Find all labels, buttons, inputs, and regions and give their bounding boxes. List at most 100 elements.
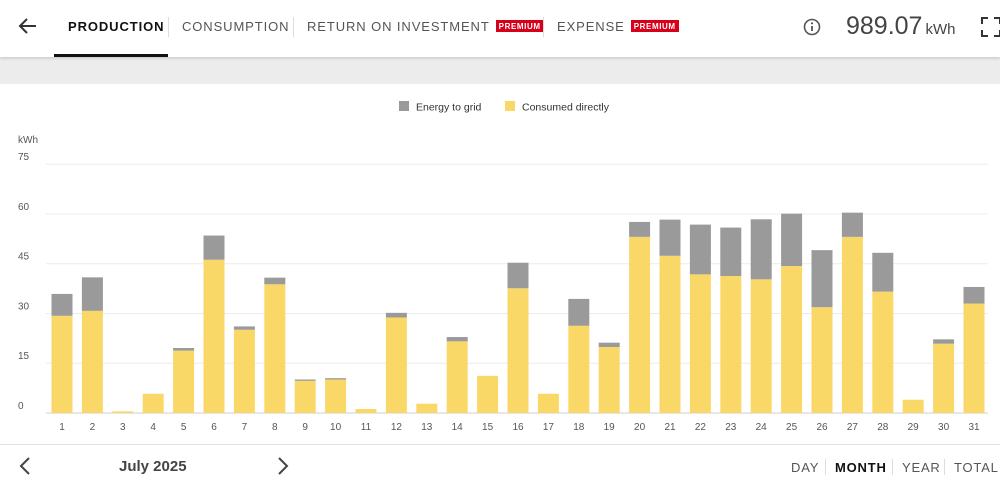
chevron-left-icon[interactable] [14, 455, 36, 477]
tab-label: RETURN ON INVESTMENT [307, 19, 490, 34]
x-tick-label: 8 [272, 422, 278, 433]
x-tick-label: 17 [543, 422, 555, 433]
bar-energy-to-grid [325, 378, 347, 380]
bar-energy-to-grid [51, 293, 73, 316]
x-tick-label: 10 [330, 422, 342, 433]
y-tick-label: 15 [18, 351, 30, 362]
bar-consumed-directly [142, 393, 164, 413]
bar-consumed-directly [811, 307, 833, 413]
x-tick-label: 26 [816, 422, 828, 433]
bar-consumed-directly [537, 393, 559, 413]
x-tick-label: 20 [634, 422, 646, 433]
total-unit: kWh [925, 21, 956, 38]
x-tick-label: 2 [90, 422, 96, 433]
bar-consumed-directly [872, 291, 894, 413]
bar-energy-to-grid [385, 312, 407, 318]
y-tick-label: 45 [18, 252, 30, 263]
tab-expense[interactable]: EXPENSE PREMIUM [557, 19, 679, 34]
range-year[interactable]: YEAR [902, 460, 941, 475]
tab-divider [168, 17, 169, 37]
tab-divider [543, 17, 544, 37]
arrow-left-icon[interactable] [14, 12, 42, 40]
production-total: 989.07 kWh [846, 12, 955, 41]
premium-badge: PREMIUM [630, 20, 679, 32]
range-month[interactable]: MONTH [835, 460, 887, 475]
y-tick-label: 60 [18, 202, 30, 213]
bar-energy-to-grid [264, 277, 286, 285]
bar-consumed-directly [81, 310, 103, 413]
bar-consumed-directly [477, 375, 499, 413]
x-tick-label: 15 [482, 422, 494, 433]
range-divider [944, 459, 945, 475]
bar-energy-to-grid [841, 212, 863, 237]
bar-consumed-directly [689, 274, 711, 413]
bar-consumed-directly [963, 303, 985, 413]
bar-energy-to-grid [872, 252, 894, 292]
production-chart: Energy to grid Consumed directly kWh 0153… [18, 101, 988, 433]
bar-consumed-directly [446, 341, 468, 413]
bar-energy-to-grid [720, 227, 742, 277]
bar-energy-to-grid [750, 219, 772, 280]
x-tick-label: 22 [695, 422, 707, 433]
info-icon[interactable] [802, 17, 822, 37]
tab-label: EXPENSE [557, 19, 625, 34]
bar-energy-to-grid [598, 342, 620, 347]
bar-consumed-directly [233, 329, 255, 413]
tab-divider [293, 17, 294, 37]
bar-energy-to-grid [81, 277, 103, 311]
x-axis-labels: 1 2 3 4 5 6 7 8 9 10 11 12 13 14 15 16 17 18 19 20 21 22 23 24 2… [59, 422, 980, 433]
x-tick-label: 28 [877, 422, 889, 433]
bar-consumed-directly [750, 279, 772, 413]
bar-energy-to-grid [811, 250, 833, 308]
top-bar: PRODUCTION CONSUMPTION RETURN ON INVESTM… [0, 0, 1000, 57]
x-tick-label: 16 [512, 422, 524, 433]
y-tick-label: 0 [18, 401, 24, 412]
tab-return-on-investment[interactable]: RETURN ON INVESTMENT PREMIUM [307, 19, 544, 34]
fullscreen-icon[interactable] [980, 16, 1000, 38]
bar-consumed-directly [568, 325, 590, 413]
bar-consumed-directly [325, 379, 347, 413]
chart-bars [51, 212, 985, 413]
premium-badge: PREMIUM [495, 20, 544, 32]
x-tick-label: 6 [211, 422, 217, 433]
bar-energy-to-grid [233, 326, 255, 330]
x-tick-label: 4 [150, 422, 156, 433]
bottom-bar: July 2025 DAY MONTH YEAR TOTAL [0, 444, 1000, 480]
x-tick-label: 29 [908, 422, 920, 433]
bar-consumed-directly [294, 380, 316, 413]
tab-production[interactable]: PRODUCTION [68, 19, 164, 34]
bar-consumed-directly [841, 236, 863, 413]
range-divider [892, 459, 893, 475]
bar-consumed-directly [933, 343, 955, 413]
bar-consumed-directly [264, 284, 286, 413]
x-tick-label: 12 [391, 422, 403, 433]
bar-energy-to-grid [446, 337, 468, 342]
bar-consumed-directly [173, 350, 195, 413]
x-tick-label: 25 [786, 422, 798, 433]
x-tick-label: 11 [361, 422, 372, 433]
range-day[interactable]: DAY [791, 460, 819, 475]
bar-consumed-directly [659, 255, 681, 413]
x-tick-label: 13 [421, 422, 433, 433]
bar-consumed-directly [203, 259, 225, 413]
bar-consumed-directly [51, 315, 73, 413]
bar-energy-to-grid [963, 286, 985, 304]
x-tick-label: 23 [725, 422, 737, 433]
x-tick-label: 1 [59, 422, 65, 433]
x-tick-label: 31 [968, 422, 980, 433]
header-strip [0, 57, 1000, 84]
chevron-right-icon[interactable] [272, 455, 294, 477]
legend-swatch [505, 101, 515, 111]
x-tick-label: 3 [120, 422, 126, 433]
bar-consumed-directly [720, 276, 742, 413]
period-label: July 2025 [119, 458, 187, 475]
active-tab-indicator [54, 54, 168, 57]
y-tick-label: 30 [18, 301, 30, 312]
x-tick-label: 24 [756, 422, 768, 433]
x-tick-label: 19 [604, 422, 616, 433]
bar-consumed-directly [355, 409, 377, 413]
tab-consumption[interactable]: CONSUMPTION [182, 19, 289, 34]
range-total[interactable]: TOTAL [954, 460, 999, 475]
range-divider [825, 459, 826, 475]
legend-label: Consumed directly [522, 102, 610, 114]
